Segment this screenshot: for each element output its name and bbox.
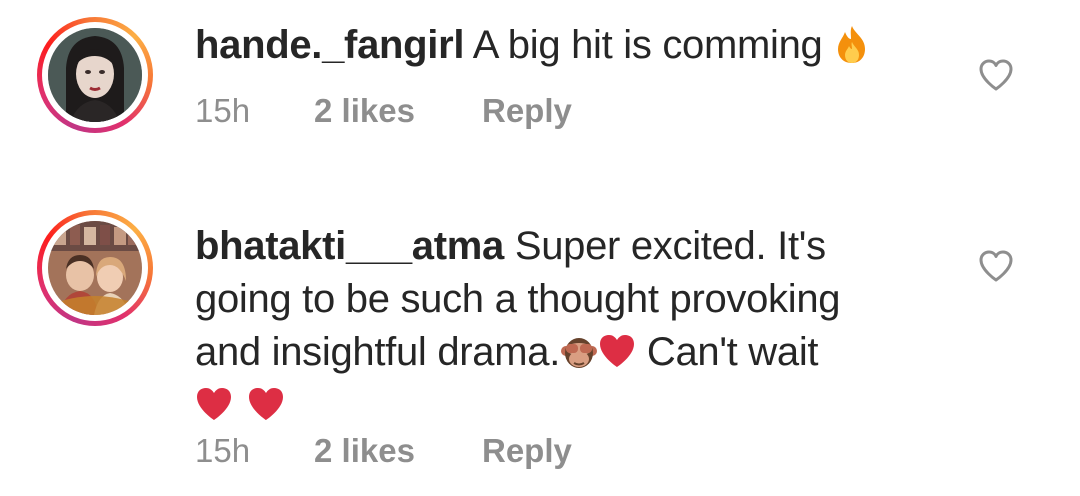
emoji-row: [195, 379, 915, 432]
comment-text-block: hande._fangirl A big hit is comming: [195, 19, 915, 72]
avatar[interactable]: [37, 210, 153, 326]
comment-text: A big hit is comming: [472, 23, 823, 67]
username-link[interactable]: hande._fangirl: [195, 23, 464, 67]
comment-item: hande._fangirl A big hit is comming 15h …: [0, 0, 1080, 170]
username-link[interactable]: bhatakti___atma: [195, 224, 504, 268]
reply-button[interactable]: Reply: [482, 92, 572, 130]
comment-timestamp: 15h: [195, 432, 251, 469]
comment-meta: 15h 2 likes Reply: [195, 92, 572, 130]
like-button[interactable]: [976, 246, 1016, 286]
comment-text-continued: Can't wait: [646, 330, 819, 374]
comment-text-block: bhatakti___atma Super excited. It's goin…: [195, 220, 915, 432]
comment-meta: 15h 2 likes Reply: [195, 432, 572, 470]
avatar[interactable]: [37, 17, 153, 133]
likes-count-link[interactable]: 2 likes: [314, 432, 482, 470]
likes-count-link[interactable]: 2 likes: [314, 92, 482, 130]
avatar-image: [48, 28, 142, 122]
red-heart-emoji-icon: [598, 331, 636, 371]
avatar-image: [48, 221, 142, 315]
comment-timestamp: 15h: [195, 92, 251, 129]
reply-button[interactable]: Reply: [482, 432, 572, 470]
comment-item: bhatakti___atma Super excited. It's goin…: [0, 200, 1080, 496]
red-heart-emoji-icon: [247, 384, 285, 424]
see-no-evil-monkey-emoji-icon: [560, 331, 598, 371]
fire-emoji-icon: [833, 24, 871, 64]
red-heart-emoji-icon: [195, 384, 233, 424]
like-button[interactable]: [976, 55, 1016, 95]
heart-outline-icon: [979, 59, 1013, 91]
heart-outline-icon: [979, 250, 1013, 282]
